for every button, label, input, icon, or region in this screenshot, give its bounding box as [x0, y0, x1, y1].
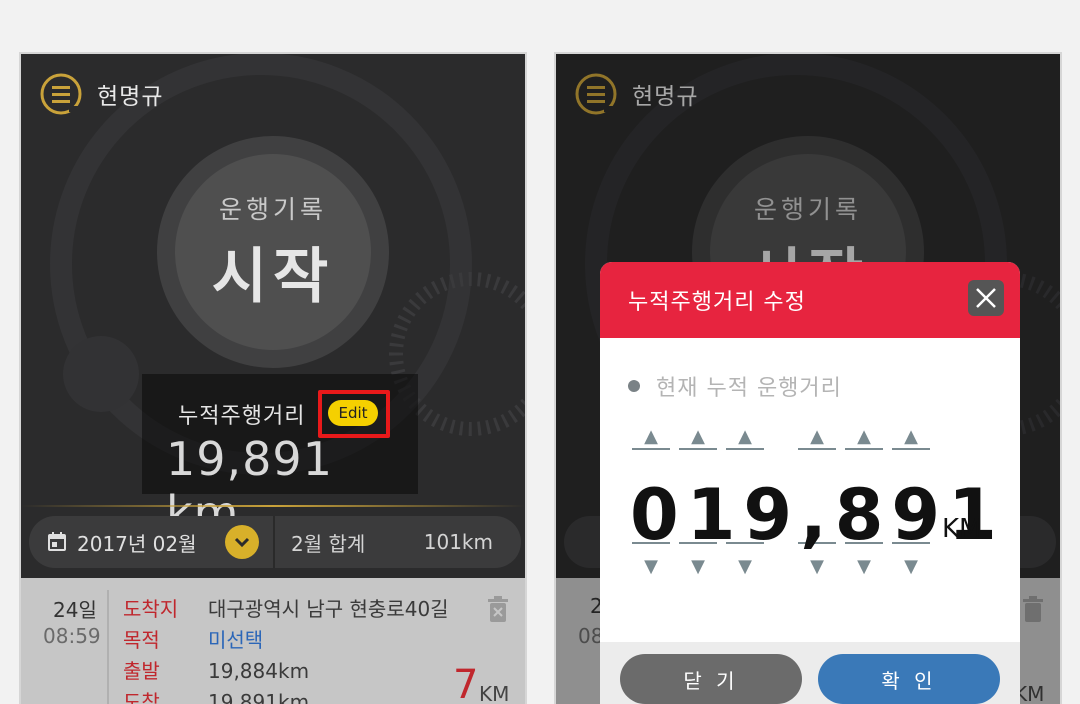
up-arrow-icon[interactable]: ▲ [798, 426, 836, 448]
right-screen: 현명규 운행기록 시작 2 08 KM 누적주행거리 수정 [554, 52, 1062, 704]
destination-value: 대구광역시 남구 현충로40길 [208, 597, 449, 621]
destination-label: 도착지 [123, 597, 179, 621]
month-dropdown-button[interactable] [224, 525, 259, 559]
record-distance-unit: KM [479, 682, 510, 704]
departure-value: 19,884km [208, 659, 310, 683]
record-values: 대구광역시 남구 현충로40길 미선택 19,884km 19,891km [208, 594, 449, 704]
trip-record-item[interactable]: 24일 08:59 도착지 목적 출발 도착 대구광역시 남구 현충로40길 미… [21, 578, 525, 704]
record-distance: 7 [453, 662, 479, 704]
up-arrow-icon[interactable]: ▲ [679, 426, 717, 448]
trash-icon[interactable] [487, 596, 509, 622]
arrival-value: 19,891km [208, 690, 310, 704]
user-name: 현명규 [97, 84, 164, 110]
monthly-summary-bar: 2017년 02월 2월 합계 101km [29, 516, 521, 568]
month-text: 2017년 02월 [77, 531, 197, 556]
chevron-down-icon [234, 537, 249, 548]
current-odometer-label: 현재 누적 운행거리 [628, 370, 842, 402]
up-arrow-icon[interactable]: ▲ [845, 426, 883, 448]
odometer-unit: KM [942, 514, 982, 544]
monthly-total-label: 2월 합계 [291, 531, 366, 556]
month-selector[interactable]: 2017년 02월 [29, 516, 275, 568]
close-icon [976, 288, 996, 308]
dialog-title: 누적주행거리 수정 [628, 290, 806, 315]
down-arrow-icon[interactable]: ▼ [726, 556, 764, 578]
start-inner: 운행기록 시작 [175, 154, 371, 350]
close-button[interactable]: 닫 기 [620, 654, 802, 704]
bullet-dot [628, 380, 640, 392]
edit-label: Edit [338, 404, 368, 422]
odometer-panel: 누적주행거리 Edit 19,891 km [142, 374, 418, 540]
dialog-header: 누적주행거리 수정 [600, 262, 1020, 338]
monthly-total-value: 101km [423, 530, 493, 554]
down-arrow-icon[interactable]: ▼ [845, 556, 883, 578]
down-arrow-icon[interactable]: ▼ [798, 556, 836, 578]
calendar-icon [48, 532, 66, 551]
start-subtitle: 운행기록 [218, 194, 327, 224]
app-header: 현명규 [39, 70, 163, 118]
edit-odometer-dialog: 누적주행거리 수정 현재 누적 운행거리 ▲ ▼ ▲ ▼ ▲ ▼ ▲ ▼ ▲ ▼ ▲ ▼ 019,89… [600, 262, 1020, 704]
purpose-label: 목적 [123, 628, 160, 652]
purpose-value[interactable]: 미선택 [208, 625, 449, 656]
record-day: 24일 [53, 598, 97, 622]
up-arrow-icon[interactable]: ▲ [726, 426, 764, 448]
divider-line [21, 505, 525, 507]
confirm-button[interactable]: 확 인 [818, 654, 1000, 704]
down-arrow-icon[interactable]: ▼ [632, 556, 670, 578]
current-odometer-text: 현재 누적 운행거리 [656, 376, 842, 401]
record-labels: 도착지 목적 출발 도착 [123, 594, 178, 704]
dialog-footer: 닫 기 확 인 [600, 642, 1020, 704]
departure-label: 출발 [123, 659, 160, 683]
logo-icon [40, 73, 82, 115]
down-arrow-icon[interactable]: ▼ [892, 556, 930, 578]
up-arrow-icon[interactable]: ▲ [632, 426, 670, 448]
up-arrow-icon[interactable]: ▲ [892, 426, 930, 448]
arrival-label: 도착 [123, 690, 160, 704]
down-arrow-icon[interactable]: ▼ [679, 556, 717, 578]
record-divider [107, 590, 109, 704]
record-time: 08:59 [43, 624, 101, 648]
edit-odometer-button[interactable]: Edit [328, 400, 378, 426]
left-screen: 현명규 운행기록 시작 누적주행거리 Edit 19,891 km 2017년 … [19, 52, 527, 704]
start-driving-button[interactable]: 운행기록 시작 [157, 136, 389, 368]
odometer-label: 누적주행거리 [178, 404, 306, 429]
start-title: 시작 [211, 241, 335, 312]
dialog-close-button[interactable] [968, 280, 1004, 316]
